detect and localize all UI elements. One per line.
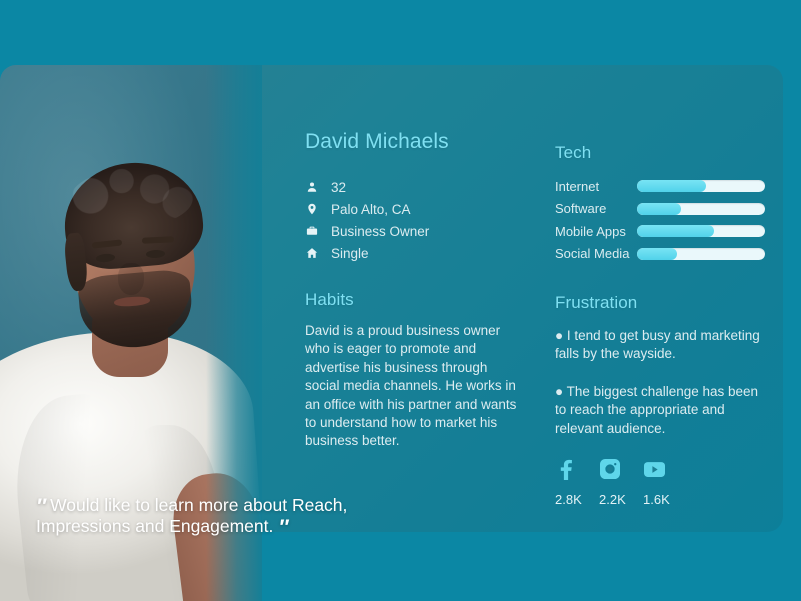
facebook-icon[interactable] <box>555 456 577 482</box>
detail-occupation-value: Business Owner <box>331 223 430 239</box>
persona-card: David Michaels 32 Palo Alto, CA Business… <box>16 65 783 532</box>
instagram-icon[interactable] <box>599 456 621 482</box>
progress-fill-software <box>637 202 681 215</box>
progress-fill-internet <box>637 180 707 193</box>
detail-age-value: 32 <box>331 179 347 195</box>
persona-card-page: David Michaels 32 Palo Alto, CA Business… <box>0 0 801 601</box>
quote-text: Would like to learn more about Reach, Im… <box>36 495 348 536</box>
social-count-row: 2.8K 2.2K 1.6K <box>555 492 770 507</box>
briefcase-icon <box>305 225 318 237</box>
detail-occupation: Business Owner <box>305 220 520 242</box>
detail-location: Palo Alto, CA <box>305 198 520 220</box>
profile-details-list: 32 Palo Alto, CA Business Owner Single <box>305 176 520 264</box>
habits-heading: Habits <box>305 290 354 309</box>
detail-status: Single <box>305 242 520 264</box>
instagram-count: 2.2K <box>599 492 626 507</box>
social-icon-row <box>555 456 770 482</box>
tech-row-software: Software <box>555 198 765 221</box>
tech-label-internet: Internet <box>555 178 600 194</box>
youtube-icon[interactable] <box>643 456 665 482</box>
habits-text: David is a proud business owner who is e… <box>305 323 517 449</box>
frustration-heading: Frustration <box>555 293 638 312</box>
profile-column: David Michaels 32 Palo Alto, CA Business… <box>305 130 520 451</box>
tech-label-social-media: Social Media <box>555 246 630 262</box>
tech-label-mobile-apps: Mobile Apps <box>555 223 626 239</box>
page-title: David Michaels <box>305 130 449 153</box>
progress-bar-software <box>637 202 765 215</box>
tech-row-social-media: Social Media <box>555 243 765 266</box>
detail-status-value: Single <box>331 245 369 261</box>
progress-bar-internet <box>637 180 765 193</box>
frustration-bullet-2: ● The biggest challenge has been to reac… <box>555 383 759 436</box>
facebook-count: 2.8K <box>555 492 582 507</box>
tech-label-software: Software <box>555 201 607 217</box>
progress-bar-social-media <box>637 247 765 260</box>
tech-column: Tech Internet Software Mobile Apps Socia… <box>555 143 765 457</box>
home-icon <box>305 247 318 259</box>
youtube-count: 1.6K <box>643 492 670 507</box>
person-icon <box>305 181 318 193</box>
progress-bar-mobile-apps <box>637 225 765 238</box>
persona-quote: ″ Would like to learn more about Reach, I… <box>36 495 348 539</box>
location-pin-icon <box>305 203 318 215</box>
tech-row-internet: Internet <box>555 175 765 198</box>
progress-fill-mobile-apps <box>637 225 714 238</box>
social-stats: 2.8K 2.2K 1.6K <box>555 456 770 507</box>
tech-row-mobile-apps: Mobile Apps <box>555 220 765 243</box>
tech-heading: Tech <box>555 143 592 162</box>
detail-location-value: Palo Alto, CA <box>331 201 411 217</box>
frustration-bullet-1: ● I tend to get busy and marketing falls… <box>555 328 760 362</box>
progress-fill-social-media <box>637 247 677 260</box>
detail-age: 32 <box>305 176 520 198</box>
tech-bars: Internet Software Mobile Apps Social Med… <box>555 175 765 265</box>
